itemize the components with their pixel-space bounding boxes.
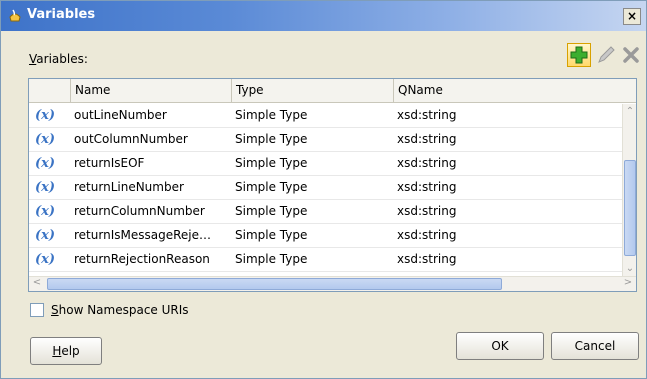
scroll-down-arrow-icon[interactable]: ⌄	[623, 263, 636, 274]
variable-type: Simple Type	[235, 180, 308, 194]
variable-icon: (x)	[35, 252, 56, 267]
variable-qname: xsd:string	[397, 204, 457, 218]
variable-qname: xsd:string	[397, 228, 457, 242]
app-icon	[7, 8, 23, 24]
variable-qname: xsd:string	[397, 252, 457, 266]
variable-type: Simple Type	[235, 108, 308, 122]
variable-type: Simple Type	[235, 204, 308, 218]
title-bar[interactable]: Variables ×	[1, 1, 646, 31]
scroll-up-arrow-icon[interactable]: ⌃	[623, 106, 636, 117]
variable-name: outLineNumber	[74, 108, 167, 122]
variable-icon: (x)	[35, 132, 56, 147]
variable-icon: (x)	[35, 180, 56, 195]
edit-variable-button[interactable]	[594, 43, 618, 67]
variable-name: returnIsEOF	[74, 156, 145, 170]
variable-type: Simple Type	[235, 156, 308, 170]
show-namespace-uris-label[interactable]: Show Namespace URIs	[51, 303, 189, 317]
variable-icon: (x)	[35, 204, 56, 219]
table-row[interactable]: (x) returnIsMessageReje… Simple Type xsd…	[29, 224, 622, 248]
ok-button[interactable]: OK	[456, 332, 544, 360]
x-icon	[623, 47, 639, 63]
scroll-left-arrow-icon[interactable]: <	[31, 277, 43, 288]
variable-icon: (x)	[35, 228, 56, 243]
variable-name: returnRejectionReason	[74, 252, 210, 266]
table-row[interactable]: (x) returnRejectionReason Simple Type xs…	[29, 248, 622, 272]
variables-dialog: Variables × Variables: Name Type QName (…	[0, 0, 647, 379]
horizontal-scroll-thumb[interactable]	[47, 278, 502, 290]
pencil-icon	[598, 46, 615, 63]
dialog-title: Variables	[27, 7, 96, 22]
scroll-right-arrow-icon[interactable]: >	[622, 277, 634, 288]
variable-qname: xsd:string	[397, 132, 457, 146]
delete-variable-button[interactable]	[619, 43, 643, 67]
table-row[interactable]: (x) returnColumnNumber Simple Type xsd:s…	[29, 200, 622, 224]
variable-type: Simple Type	[235, 132, 308, 146]
plus-icon	[570, 46, 588, 64]
variable-name: returnLineNumber	[74, 180, 184, 194]
variable-type: Simple Type	[235, 228, 308, 242]
help-button[interactable]: Help	[30, 337, 102, 365]
horizontal-scrollbar[interactable]: < >	[29, 276, 636, 291]
variable-name: outColumnNumber	[74, 132, 188, 146]
variables-table[interactable]: Name Type QName (x) outLineNumber Simple…	[28, 78, 637, 292]
show-namespace-uris-checkbox[interactable]	[30, 303, 44, 317]
table-row[interactable]: (x) outLineNumber Simple Type xsd:string	[29, 104, 622, 128]
table-body: (x) outLineNumber Simple Type xsd:string…	[29, 104, 622, 272]
column-header-qname[interactable]: QName	[394, 79, 622, 103]
variable-type: Simple Type	[235, 252, 308, 266]
vertical-scroll-thumb[interactable]	[624, 160, 636, 256]
add-variable-button[interactable]	[567, 43, 591, 67]
variable-name: returnIsMessageReje…	[74, 228, 211, 242]
variable-name: returnColumnNumber	[74, 204, 205, 218]
variable-icon: (x)	[35, 108, 56, 123]
column-header-name[interactable]: Name	[71, 79, 232, 103]
column-header-icon[interactable]	[29, 79, 71, 103]
variable-qname: xsd:string	[397, 180, 457, 194]
cancel-button[interactable]: Cancel	[551, 332, 639, 360]
variable-qname: xsd:string	[397, 156, 457, 170]
close-icon: ×	[626, 9, 638, 23]
table-header: Name Type QName	[29, 79, 636, 103]
close-button[interactable]: ×	[623, 8, 641, 25]
vertical-scrollbar[interactable]: ⌃ ⌄	[622, 104, 636, 276]
table-row[interactable]: (x) outColumnNumber Simple Type xsd:stri…	[29, 128, 622, 152]
column-header-type[interactable]: Type	[232, 79, 394, 103]
variable-qname: xsd:string	[397, 108, 457, 122]
variable-icon: (x)	[35, 156, 56, 171]
table-row[interactable]: (x) returnLineNumber Simple Type xsd:str…	[29, 176, 622, 200]
variables-label: Variables:	[29, 52, 88, 66]
table-row[interactable]: (x) returnIsEOF Simple Type xsd:string	[29, 152, 622, 176]
